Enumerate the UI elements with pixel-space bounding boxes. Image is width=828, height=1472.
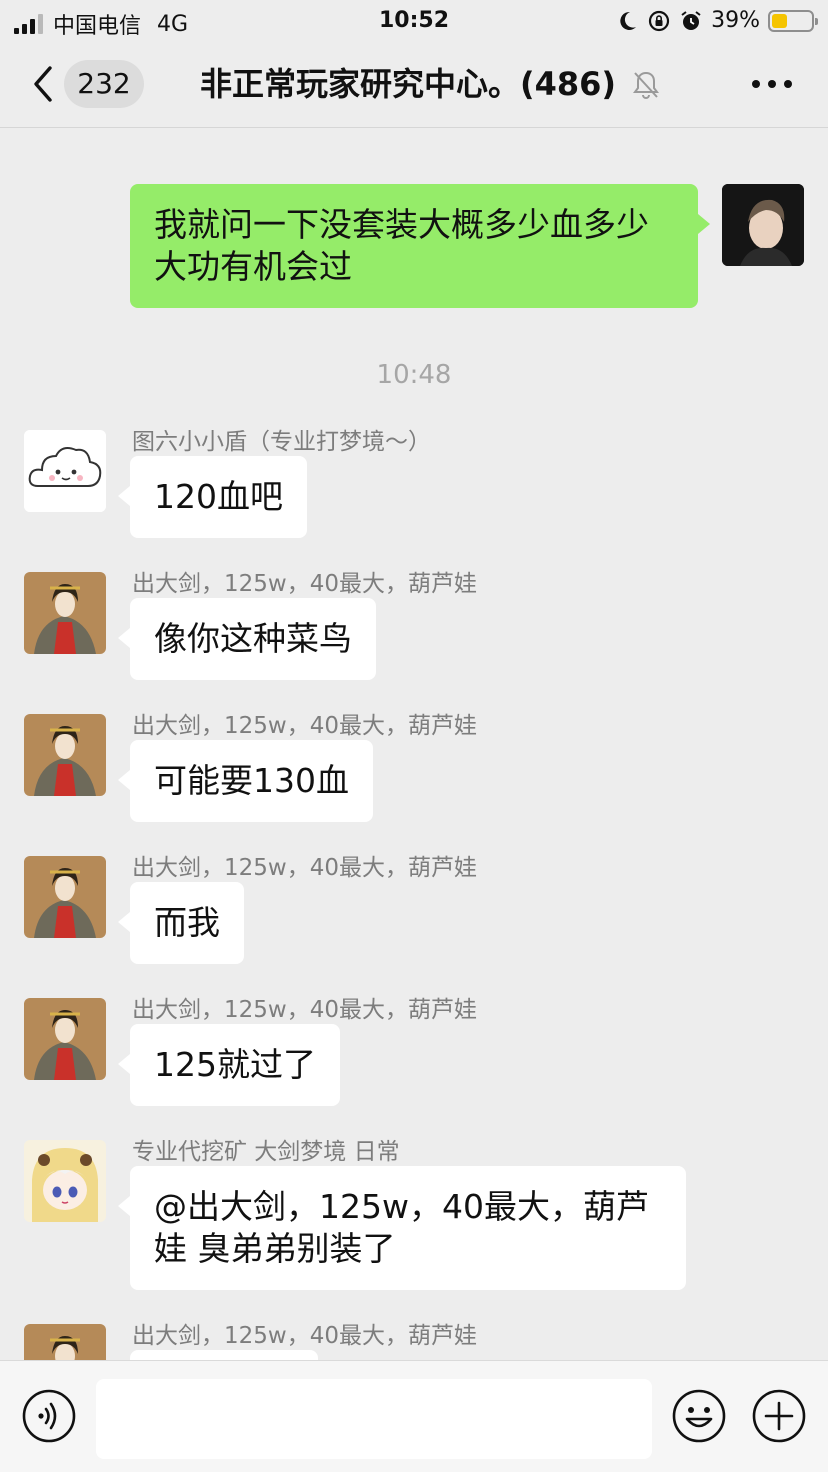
message-input-bar — [0, 1360, 828, 1472]
sender-name: 图六小小盾（专业打梦境～） — [132, 429, 431, 455]
group-title: 非正常玩家研究中心。(486) — [200, 65, 617, 103]
avatar-self[interactable] — [722, 184, 804, 266]
back-chevron-icon[interactable] — [28, 62, 58, 106]
unread-count-badge[interactable]: 232 — [64, 60, 144, 108]
avatar-portrait[interactable] — [24, 714, 106, 796]
sender-name: 出大剑，125w，40最大，葫芦娃 — [132, 997, 477, 1023]
status-bar: 中国电信 4G 10:52 39% — [0, 0, 828, 42]
sender-name: 专业代挖矿 大剑梦境 日常 — [132, 1139, 400, 1165]
avatar-cloud[interactable] — [24, 430, 106, 512]
message-bubble[interactable]: @出大剑，125w，40最大，葫芦娃 臭弟弟别装了 — [118, 1166, 686, 1290]
sender-name: 出大剑，125w，40最大，葫芦娃 — [132, 713, 477, 739]
message-bubble[interactable]: 120血吧 — [118, 456, 307, 538]
message-text-input[interactable] — [96, 1379, 652, 1459]
more-dots-icon[interactable] — [752, 72, 792, 96]
message-bubble[interactable]: 125就过了 — [118, 1024, 340, 1106]
alarm-icon — [681, 10, 701, 30]
avatar-image — [24, 572, 106, 654]
battery-percent: 39% — [711, 8, 760, 33]
avatar-image — [24, 430, 106, 512]
avatar-anime[interactable] — [24, 1140, 106, 1222]
avatar-image — [24, 856, 106, 938]
avatar-image — [24, 1324, 106, 1360]
avatar-portrait[interactable] — [24, 856, 106, 938]
message-bubble[interactable]: 像你这种菜鸟 — [118, 598, 376, 680]
chat-header: 232 非正常玩家研究中心。(486) — [0, 42, 828, 128]
emoji-icon[interactable] — [672, 1389, 726, 1443]
avatar-image — [722, 184, 804, 266]
plus-icon[interactable] — [752, 1389, 806, 1443]
avatar-portrait[interactable] — [24, 998, 106, 1080]
avatar-image — [24, 1140, 106, 1222]
sender-name: 出大剑，125w，40最大，葫芦娃 — [132, 1323, 477, 1349]
avatar-portrait[interactable] — [24, 572, 106, 654]
rotation-lock-icon — [648, 10, 670, 31]
message-bubble[interactable] — [130, 1350, 318, 1360]
avatar-portrait[interactable] — [24, 1324, 106, 1360]
battery-icon — [768, 9, 818, 32]
message-bubble-self[interactable]: 我就问一下没套装大概多少血多少大功有机会过 — [130, 184, 710, 308]
sender-name: 出大剑，125w，40最大，葫芦娃 — [132, 855, 477, 881]
avatar-image — [24, 998, 106, 1080]
sender-name: 出大剑，125w，40最大，葫芦娃 — [132, 571, 477, 597]
message-timestamp: 10:48 — [376, 360, 452, 390]
battery-fill — [772, 13, 787, 28]
moon-icon — [620, 11, 637, 30]
voice-icon[interactable] — [22, 1389, 76, 1443]
status-right: 39% — [615, 8, 818, 33]
message-bubble[interactable]: 而我 — [118, 882, 244, 964]
chat-message-list[interactable]: 我就问一下没套装大概多少血多少大功有机会过 10:48 图六小小盾（专业打梦境～… — [0, 128, 828, 1360]
avatar-image — [24, 714, 106, 796]
mute-bell-icon — [633, 71, 659, 99]
message-bubble[interactable]: 可能要130血 — [118, 740, 373, 822]
